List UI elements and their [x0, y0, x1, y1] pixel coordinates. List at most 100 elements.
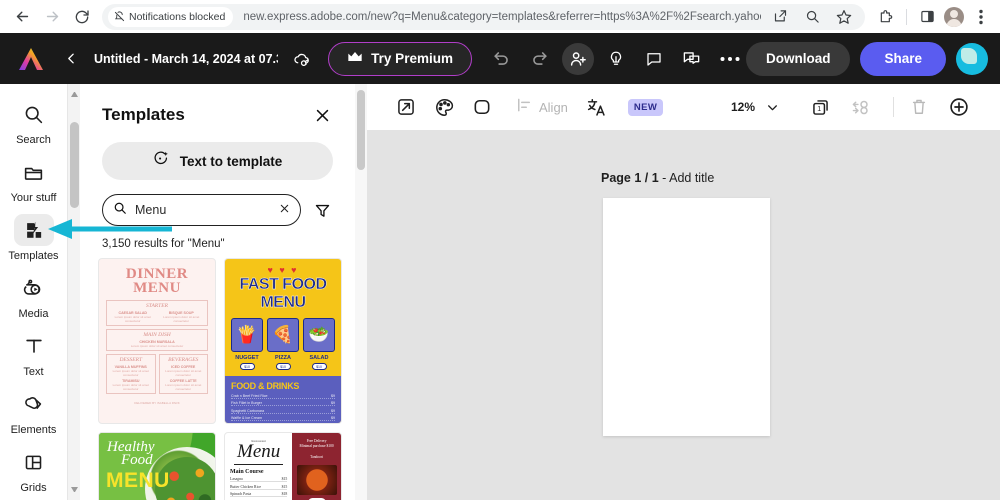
cloud-sync-icon[interactable] — [288, 46, 314, 72]
url-text: new.express.adobe.com/new?q=Menu&categor… — [243, 10, 761, 23]
food-and-drinks-section: FOOD & DRINKS Crab n Beef Fried Rice $9 F… — [225, 376, 341, 423]
reorder-pages-icon — [845, 92, 875, 122]
sidebar-item-elements[interactable]: Elements — [3, 388, 65, 436]
media-icon — [14, 272, 54, 304]
template-card-healthy-food-menu[interactable]: Healthy Food MENU Starters — [98, 432, 216, 500]
profile-avatar-icon[interactable] — [944, 6, 964, 27]
back-chevron-icon[interactable] — [58, 46, 84, 72]
color-palette-icon[interactable] — [429, 92, 459, 122]
download-button[interactable]: Download — [745, 41, 851, 76]
document-title[interactable]: Untitled - March 14, 2024 at 07.38.... — [94, 52, 278, 66]
hearts-decoration: ♥ ♥ ♥ — [267, 265, 299, 275]
share-tab-icon[interactable] — [769, 6, 791, 28]
trash-icon[interactable] — [904, 92, 934, 122]
share-button[interactable]: Share — [860, 41, 946, 76]
try-premium-button[interactable]: Try Premium — [328, 41, 472, 76]
filter-funnel-icon[interactable] — [311, 199, 333, 221]
menu-line: Waffle & Ice Cream $9 — [231, 416, 335, 422]
page-label[interactable]: Page 1 / 1 - Add title — [601, 171, 714, 185]
back-arrow-icon[interactable] — [8, 3, 36, 31]
try-premium-label: Try Premium — [371, 51, 453, 66]
template-section: BEVERAGES ICED COFFEE Lorem ipsum dolor … — [158, 354, 208, 394]
pizza-image: 🍕 — [267, 318, 299, 352]
translate-icon[interactable] — [582, 92, 612, 122]
address-bar[interactable]: Notifications blocked new.express.adobe.… — [102, 3, 865, 30]
forward-arrow-icon[interactable] — [38, 3, 66, 31]
templates-panel: Templates Text to template Menu 3,150 re… — [80, 84, 355, 500]
avatar[interactable] — [956, 42, 988, 75]
align-left-icon — [515, 96, 533, 119]
sidebar-item-text[interactable]: Text — [3, 330, 65, 378]
undo-icon[interactable] — [486, 43, 518, 75]
rail-scrollbar[interactable] — [67, 84, 80, 500]
canvas-toolbar: Align NEW 12% 1 — [367, 84, 1000, 130]
annotation-arrow — [48, 219, 172, 239]
extensions-puzzle-icon[interactable] — [875, 6, 897, 28]
notifications-blocked-chip[interactable]: Notifications blocked — [108, 6, 234, 27]
close-icon[interactable] — [311, 104, 333, 126]
more-options-icon[interactable] — [714, 43, 746, 75]
page-zoom-icon[interactable] — [801, 6, 823, 28]
add-page-icon[interactable] — [944, 92, 974, 122]
sidebar-item-your-stuff[interactable]: Your stuff — [3, 156, 65, 204]
chrome-right-actions — [873, 6, 992, 28]
clear-x-icon[interactable] — [279, 201, 290, 219]
text-to-template-label: Text to template — [179, 153, 283, 169]
rail-scrollbar-thumb[interactable] — [70, 122, 79, 208]
canvas-toolbar-right: 12% 1 — [731, 92, 982, 122]
add-collaborator-icon[interactable] — [561, 42, 594, 75]
menu-line: Lasagna $15 — [230, 477, 288, 483]
scroll-up-arrow-icon[interactable] — [71, 90, 78, 97]
notifications-blocked-label: Notifications blocked — [129, 10, 226, 23]
dish-image — [296, 465, 337, 495]
canvas-area[interactable]: Page 1 / 1 - Add title — [367, 130, 1000, 500]
sidebar-item-media[interactable]: Media — [3, 272, 65, 320]
template-title: FAST FOOD MENU — [239, 276, 327, 311]
lightbulb-icon[interactable] — [600, 43, 632, 75]
chevron-down-icon[interactable] — [757, 92, 787, 122]
sidebar-item-search[interactable]: Search — [3, 98, 65, 146]
template-footer: DELIVERED BY ISABELLA PARK — [134, 401, 180, 405]
three-dot-menu-icon[interactable] — [970, 6, 992, 28]
resize-icon[interactable] — [391, 92, 421, 122]
sparkle-wand-icon — [153, 150, 170, 172]
page-number: Page 1 / 1 — [601, 171, 659, 185]
search-icon — [14, 98, 54, 130]
new-badge: NEW — [627, 98, 664, 116]
divider — [234, 464, 284, 465]
search-icon — [113, 201, 127, 220]
star-bookmark-icon[interactable] — [833, 6, 855, 28]
template-section: STARTER CAESAR SALAD Lorem ipsum dolor s… — [106, 300, 208, 326]
sidebar-item-label: Grids — [20, 482, 47, 494]
menu-line: Butter Chicken Rice $15 — [230, 484, 288, 490]
scroll-down-arrow-icon[interactable] — [71, 487, 78, 494]
duplicate-chat-icon[interactable] — [676, 43, 708, 75]
zoom-level[interactable]: 12% — [731, 100, 755, 114]
toolbar-divider — [906, 8, 907, 25]
comment-icon[interactable] — [638, 43, 670, 75]
page-add-title: - Add title — [658, 171, 715, 185]
redo-icon[interactable] — [524, 43, 556, 75]
template-card-restaurant-menu[interactable]: Restaurant Menu Main Course Lasagna $15 B… — [224, 432, 342, 500]
page-canvas-sheet[interactable] — [603, 198, 770, 436]
side-panel-icon[interactable] — [916, 6, 938, 28]
panel-scrollbar-thumb[interactable] — [357, 90, 365, 170]
item-card: 🍟 NUGGET $10 — [231, 318, 263, 370]
page-count-icon[interactable]: 1 — [805, 92, 835, 122]
align-label: Align — [539, 99, 568, 115]
sidebar-item-grids[interactable]: Grids — [3, 446, 65, 494]
template-card-fast-food-menu[interactable]: ♥ ♥ ♥ FAST FOOD MENU 🍟 NUGGET $10 🍕 PIZZ… — [224, 258, 342, 424]
align-control[interactable]: Align — [515, 96, 568, 119]
template-card-dinner-menu[interactable]: DINNER MENU STARTER CAESAR SALAD Lorem i… — [98, 258, 216, 424]
rounded-square-icon[interactable] — [467, 92, 497, 122]
reload-icon[interactable] — [68, 3, 96, 31]
grids-icon — [14, 446, 54, 478]
menu-line: Fish Fillet in Burger $9 — [231, 401, 335, 407]
header-right-actions: Download Share — [745, 41, 988, 76]
page-title: Templates — [102, 105, 185, 124]
text-to-template-button[interactable]: Text to template — [102, 142, 333, 180]
item-card: 🥗 SALAD $10 — [303, 318, 335, 370]
adobe-express-logo[interactable] — [16, 46, 46, 72]
panel-scrollbar[interactable] — [355, 84, 367, 500]
svg-text:1: 1 — [817, 105, 821, 112]
